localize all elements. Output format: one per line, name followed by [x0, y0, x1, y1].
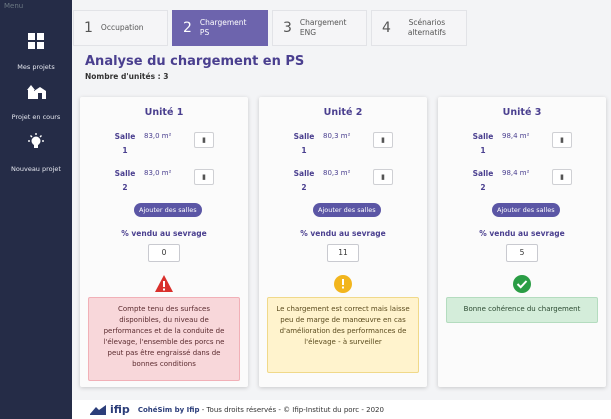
- lightbulb-icon: [28, 133, 44, 148]
- trash-icon: ▮: [560, 136, 564, 144]
- salle-row: Salle 2 80,3 m² ▮: [293, 167, 413, 192]
- sidebar-item-projet-en-cours[interactable]: Projet en cours: [0, 82, 72, 123]
- sidebar-item-label: Nouveau projet: [11, 165, 61, 173]
- delete-salle-button[interactable]: ▮: [552, 132, 572, 148]
- tab-occupation[interactable]: 1 Occupation: [73, 10, 168, 46]
- salle-label: Salle 1: [114, 132, 136, 155]
- tab-chargement-eng[interactable]: 3 Chargement ENG: [272, 10, 367, 46]
- check-circle-icon: [513, 275, 531, 293]
- sidebar: Menu Mes projets Projet en cours Nouveau…: [0, 0, 72, 419]
- salle-surface: 83,0 m²: [144, 132, 172, 140]
- salle-surface: 98,4 m²: [502, 169, 530, 177]
- tab-number: 2: [183, 20, 192, 36]
- add-salles-button[interactable]: Ajouter des salles: [313, 203, 381, 217]
- pct-vendu-input[interactable]: 11: [327, 244, 359, 262]
- tab-number: 4: [382, 20, 391, 36]
- salle-row: Salle 2 83,0 m² ▮: [114, 167, 234, 192]
- sidebar-item-label: Projet en cours: [11, 113, 61, 121]
- salle-label: Salle 2: [293, 169, 315, 192]
- salle-row: Salle 2 98,4 m² ▮: [472, 167, 592, 192]
- tab-label: Chargement PS: [199, 18, 247, 37]
- pct-vendu-input[interactable]: 0: [148, 244, 180, 262]
- tab-label: Occupation: [100, 23, 144, 32]
- trash-icon: ▮: [560, 173, 564, 181]
- status-alert-warning: Le chargement est correct mais laisse pe…: [267, 297, 419, 373]
- page-title: Analyse du chargement en PS: [85, 54, 305, 69]
- ifip-logo-mark: [90, 404, 106, 415]
- add-salles-button[interactable]: Ajouter des salles: [134, 203, 202, 217]
- unit-card-1: Unité 1 Salle 1 83,0 m² ▮ Salle 2 83,0 m…: [80, 97, 248, 387]
- main-content: 1 Occupation 2 Chargement PS 3 Chargemen…: [72, 0, 611, 400]
- trash-icon: ▮: [202, 173, 206, 181]
- trash-icon: ▮: [381, 173, 385, 181]
- tab-number: 3: [283, 20, 292, 36]
- unit-title: Unité 2: [323, 107, 363, 118]
- delete-salle-button[interactable]: ▮: [373, 169, 393, 185]
- units-count: Nombre d'unités : 3: [85, 72, 169, 81]
- delete-salle-button[interactable]: ▮: [373, 132, 393, 148]
- salle-label: Salle 2: [114, 169, 136, 192]
- salle-surface: 83,0 m²: [144, 169, 172, 177]
- tab-label: Chargement ENG: [299, 18, 347, 37]
- sidebar-item-label: Mes projets: [17, 63, 55, 71]
- status-alert-success: Bonne cohérence du chargement: [446, 297, 598, 323]
- footer: ifip CohéSim by Ifip - Tous droits réser…: [72, 400, 611, 419]
- sidebar-item-mes-projets[interactable]: Mes projets: [0, 32, 72, 73]
- salle-label: Salle 1: [472, 132, 494, 155]
- salle-surface: 80,3 m²: [323, 169, 351, 177]
- pct-vendu-label: % vendu au sevrage: [121, 229, 207, 238]
- farm-icon: [27, 85, 46, 99]
- step-tabs: 1 Occupation 2 Chargement PS 3 Chargemen…: [73, 10, 471, 46]
- pct-vendu-label: % vendu au sevrage: [300, 229, 386, 238]
- footer-copyright: CohéSim by Ifip - Tous droits réservés -…: [138, 406, 384, 414]
- warning-triangle-icon: [155, 275, 173, 292]
- trash-icon: ▮: [202, 136, 206, 144]
- unit-card-3-body: Unité 3 Salle 1 98,4 m² ▮ Salle 2 98,4 m…: [438, 97, 606, 387]
- salle-row: Salle 1 80,3 m² ▮: [293, 130, 413, 155]
- salle-label: Salle 2: [472, 169, 494, 192]
- sidebar-item-nouveau-projet[interactable]: Nouveau projet: [0, 132, 72, 175]
- salle-surface: 98,4 m²: [502, 132, 530, 140]
- sidebar-top-text: Menu: [4, 2, 24, 10]
- footer-brand: CohéSim by Ifip: [137, 405, 200, 414]
- unit-card-2: Unité 2 Salle 1 80,3 m² ▮ Salle 2 80,3 m…: [259, 97, 427, 387]
- unit-title: Unité 1: [144, 107, 184, 118]
- tab-label: Scénarios alternatifs: [407, 18, 446, 37]
- delete-salle-button[interactable]: ▮: [194, 132, 214, 148]
- status-alert-danger: Compte tenu des surfaces disponibles, du…: [88, 297, 240, 381]
- exclamation-circle-icon: [334, 275, 352, 293]
- pct-vendu-label: % vendu au sevrage: [479, 229, 565, 238]
- pct-vendu-input[interactable]: 5: [506, 244, 538, 262]
- footer-text: - Tous droits réservés - © Ifip-Institut…: [199, 405, 384, 414]
- unit-title: Unité 3: [502, 107, 542, 118]
- tab-number: 1: [84, 20, 93, 36]
- delete-salle-button[interactable]: ▮: [194, 169, 214, 185]
- add-salles-button[interactable]: Ajouter des salles: [492, 203, 560, 217]
- grid-icon: [28, 33, 44, 49]
- salle-row: Salle 1 83,0 m² ▮: [114, 130, 234, 155]
- salle-row: Salle 1 98,4 m² ▮: [472, 130, 592, 155]
- trash-icon: ▮: [381, 136, 385, 144]
- tab-chargement-ps[interactable]: 2 Chargement PS: [172, 10, 268, 46]
- tab-scenarios-alternatifs[interactable]: 4 Scénarios alternatifs: [371, 10, 467, 46]
- delete-salle-button[interactable]: ▮: [552, 169, 572, 185]
- ifip-logo-text: ifip: [110, 403, 130, 416]
- salle-surface: 80,3 m²: [323, 132, 351, 140]
- salle-label: Salle 1: [293, 132, 315, 155]
